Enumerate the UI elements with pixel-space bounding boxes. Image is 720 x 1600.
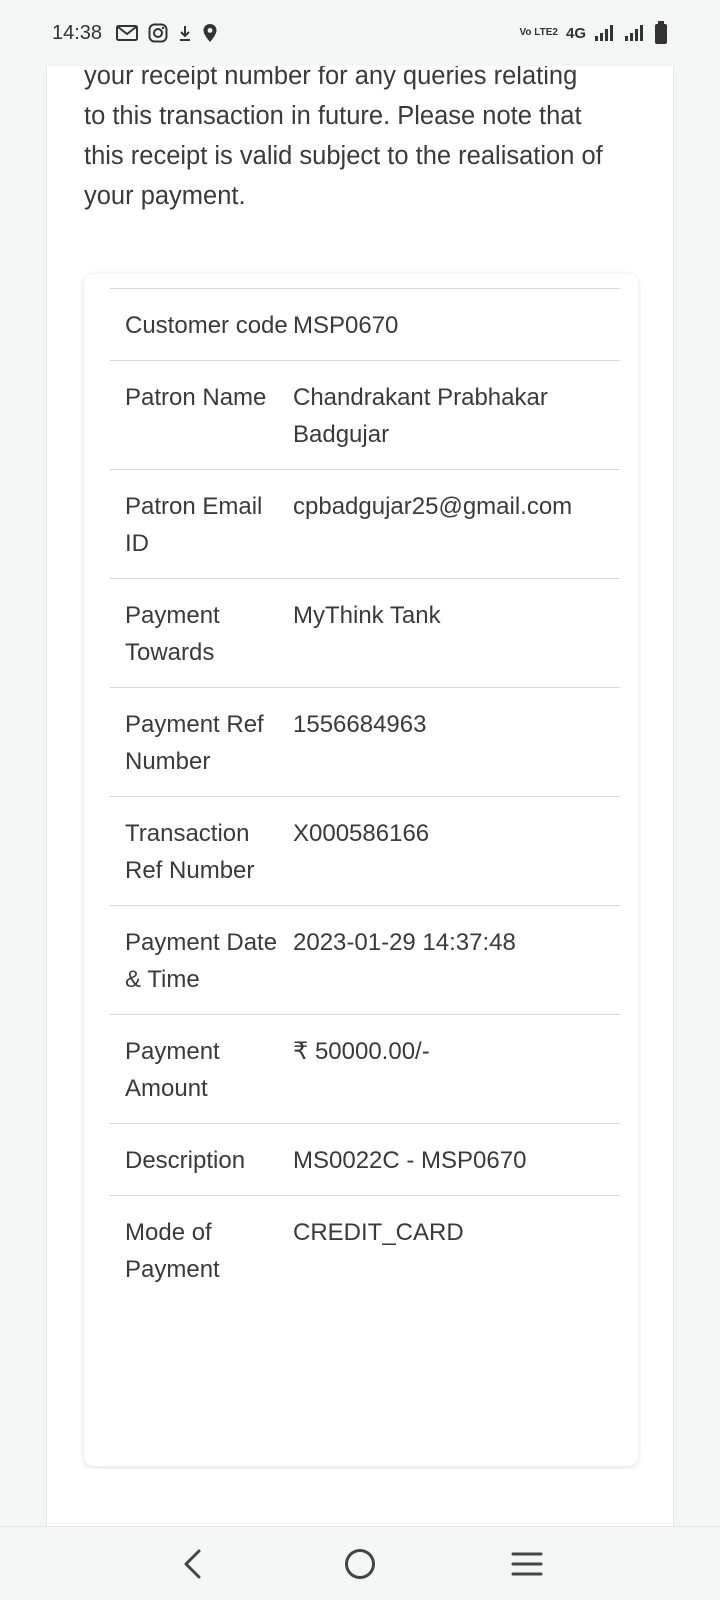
recents-button[interactable] xyxy=(497,1534,557,1594)
table-row: Patron Email ID cpbadgujar25@gmail.com xyxy=(110,470,620,579)
battery-icon xyxy=(654,21,668,45)
status-time: 14:38 xyxy=(52,21,103,44)
table-row: Payment Date & Time 2023-01-29 14:37:48 xyxy=(110,906,620,1015)
back-icon xyxy=(184,1549,201,1578)
row-label: Patron Name xyxy=(125,384,267,411)
table-row: Description MS0022C - MSP0670 xyxy=(110,1124,620,1196)
row-label: Payment Towards xyxy=(125,602,220,666)
navigation-bar xyxy=(0,1526,720,1600)
network-type: 4G xyxy=(565,24,586,42)
row-value: MS0022C - MSP0670 xyxy=(293,1147,527,1174)
status-right: Vo LTE2 4G xyxy=(519,21,668,45)
download-icon xyxy=(178,24,192,42)
receipt-card: Customer code MSP0670 Patron Name Chandr… xyxy=(84,274,638,1466)
instagram-icon xyxy=(148,23,168,43)
row-label: Transaction Ref Number xyxy=(125,820,255,884)
table-row: Payment Amount ₹ 50000.00/- xyxy=(110,1015,620,1124)
signal-icon xyxy=(594,24,616,42)
row-value: 1556684963 xyxy=(293,711,427,738)
table-row: Payment Ref Number 1556684963 xyxy=(110,688,620,797)
row-value: Chandrakant Prabhakar Badgujar xyxy=(293,384,548,448)
row-value: ₹ 50000.00/- xyxy=(293,1038,430,1065)
row-label: Mode of Payment xyxy=(125,1219,220,1283)
row-value: cpbadgujar25@gmail.com xyxy=(293,493,573,520)
signal-icon xyxy=(624,24,646,42)
row-label: Payment Ref Number xyxy=(125,711,264,775)
row-value: 2023-01-29 14:37:48 xyxy=(293,929,516,956)
row-value: CREDIT_CARD xyxy=(293,1219,464,1246)
row-label: Patron Email ID xyxy=(125,493,263,557)
back-button[interactable] xyxy=(163,1534,223,1594)
row-label: Description xyxy=(125,1147,246,1174)
row-label: Customer code xyxy=(125,312,288,339)
receipt-table: Customer code MSP0670 Patron Name Chandr… xyxy=(110,288,620,1304)
row-label: Payment Amount xyxy=(125,1038,220,1102)
row-value: X000586166 xyxy=(293,820,430,847)
row-value: MSP0670 xyxy=(293,312,399,339)
status-left: 14:38 xyxy=(52,22,218,45)
table-row: Patron Name Chandrakant Prabhakar Badguj… xyxy=(110,361,620,470)
table-row: Mode of Payment CREDIT_CARD xyxy=(110,1196,620,1304)
volte-indicator: Vo LTE2 xyxy=(519,27,558,38)
location-icon xyxy=(202,23,218,43)
row-value: MyThink Tank xyxy=(293,602,441,629)
table-row: Payment Towards MyThink Tank xyxy=(110,579,620,688)
receipt-intro-text: your receipt number for any queries rela… xyxy=(84,62,603,210)
table-row: Transaction Ref Number X000586166 xyxy=(110,797,620,906)
recents-icon xyxy=(511,1552,543,1575)
table-row: Customer code MSP0670 xyxy=(110,289,620,361)
status-bar: 14:38 Vo LTE2 4G xyxy=(0,0,720,66)
row-label: Payment Date & Time xyxy=(125,929,278,993)
gmail-icon xyxy=(116,25,139,41)
home-icon xyxy=(344,1548,375,1579)
home-button[interactable] xyxy=(330,1534,390,1594)
